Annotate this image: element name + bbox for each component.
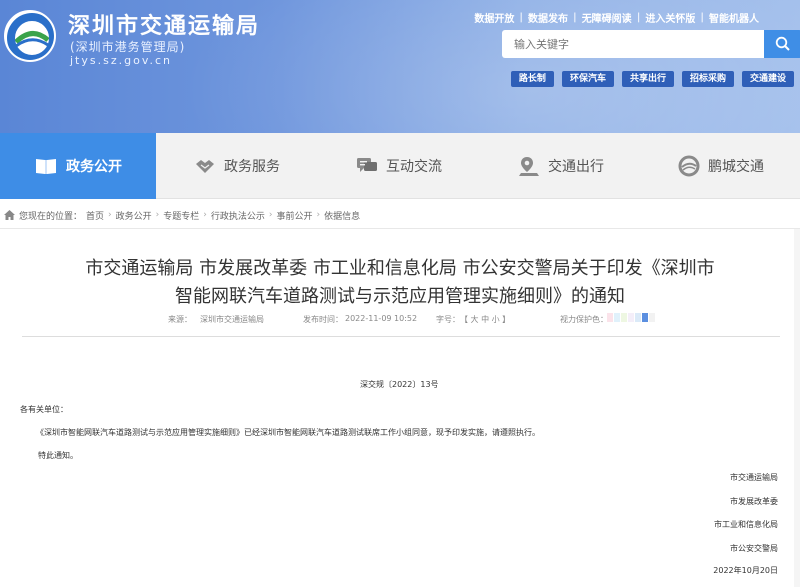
- site-title[interactable]: 深圳市交通运输局: [68, 8, 260, 40]
- breadcrumb-pre-disclosure[interactable]: 事前公开: [273, 209, 317, 222]
- doc-number: 深交规〔2022〕13号: [360, 380, 439, 389]
- site-logo[interactable]: [4, 10, 56, 62]
- nav-label: 政务服务: [224, 159, 280, 175]
- article-paragraph: 《深圳市智能网联汽车道路测试与示范应用管理实施细则》已经深圳市智能网联汽车道路测…: [36, 428, 540, 437]
- swatch-gray[interactable]: [649, 313, 655, 322]
- quick-link-road-chief[interactable]: 路长制: [510, 71, 554, 87]
- breadcrumb-prefix: 您现在的位置：: [19, 211, 83, 222]
- swatch-purple[interactable]: [628, 313, 634, 322]
- nav-item-travel[interactable]: 交通出行: [480, 133, 642, 199]
- nav-label: 交通出行: [548, 159, 604, 175]
- book-icon: [36, 159, 56, 174]
- top-links: 数据开放 | 数据发布 | 无障碍阅读 | 进入关怀版 | 智能机器人: [469, 10, 764, 25]
- divider: |: [636, 12, 641, 23]
- home-icon: [4, 210, 15, 220]
- signed-date: 2022年10月20日: [713, 566, 778, 575]
- chat-icon: [357, 158, 377, 172]
- color-swatches: [606, 313, 655, 322]
- search-icon: [775, 36, 790, 51]
- handshake-icon: [196, 160, 214, 173]
- nav-label: 互动交流: [386, 159, 442, 175]
- quick-link-construction[interactable]: 交通建设: [741, 71, 794, 87]
- source-value: 深圳市交通运输局: [200, 315, 264, 324]
- site-header: 深圳市交通运输局 (深圳市港务管理局) jtys.sz.gov.cn 数据开放 …: [0, 0, 800, 133]
- date-label: 发布时间：: [303, 315, 343, 324]
- swatch-green[interactable]: [621, 313, 627, 322]
- quick-link-procurement[interactable]: 招标采购: [681, 71, 734, 87]
- signature: 市交通运输局: [730, 473, 778, 482]
- font-size-label: 字号：: [436, 315, 460, 324]
- divider: [0, 228, 800, 229]
- search-input[interactable]: [502, 30, 764, 58]
- top-link-data-open[interactable]: 数据开放: [469, 10, 519, 25]
- breadcrumb-basis-info[interactable]: 依据信息: [320, 209, 364, 222]
- top-link-accessibility[interactable]: 无障碍阅读: [577, 10, 637, 25]
- quick-link-shared-travel[interactable]: 共享出行: [621, 71, 674, 87]
- scrollbar[interactable]: [794, 229, 800, 587]
- nav-item-government-affairs[interactable]: 政务公开: [0, 133, 156, 199]
- breadcrumb-home[interactable]: 首页: [82, 209, 108, 222]
- nav-item-pengcheng-transport[interactable]: 鹏城交通: [642, 133, 800, 199]
- search-box: [502, 30, 800, 58]
- nav-label: 鹏城交通: [708, 159, 764, 175]
- divider: |: [700, 12, 704, 23]
- top-link-data-publish[interactable]: 数据发布: [523, 10, 573, 25]
- signature: 市工业和信息化局: [714, 520, 778, 529]
- nav-label: 政务公开: [66, 159, 122, 175]
- source-label: 来源：: [168, 315, 192, 324]
- breadcrumb-special-topics[interactable]: 专题专栏: [159, 209, 203, 222]
- nav-item-interaction[interactable]: 互动交流: [318, 133, 480, 199]
- swatch-pink[interactable]: [607, 313, 613, 322]
- main-nav: 政务公开 政务服务 互动交流 交通出行 鹏城交通: [0, 133, 800, 199]
- ring-logo-icon: [678, 155, 700, 177]
- breadcrumb-enforcement[interactable]: 行政执法公示: [207, 209, 269, 222]
- divider: [22, 336, 780, 337]
- top-link-care-mode[interactable]: 进入关怀版: [640, 10, 700, 25]
- vision-label: 视力保护色：: [560, 315, 608, 324]
- divider: |: [573, 12, 577, 23]
- article-title-line: 市交通运输局 市发展改革委 市工业和信息化局 市公安交警局关于印发《深圳市: [85, 258, 715, 279]
- breadcrumb: 您现在的位置： 首页 › 政务公开 › 专题专栏 › 行政执法公示 › 事前公开…: [0, 206, 800, 224]
- swatch-lightblue[interactable]: [635, 313, 641, 322]
- font-size-switcher[interactable]: 【 大 中 小 】: [460, 314, 510, 325]
- nav-item-services[interactable]: 政务服务: [156, 133, 318, 199]
- swatch-blue[interactable]: [614, 313, 620, 322]
- signature: 市发展改革委: [730, 497, 778, 506]
- quick-link-eco-car[interactable]: 环保汽车: [561, 71, 614, 87]
- swatch-deepblue[interactable]: [642, 313, 648, 322]
- signature: 市公安交警局: [730, 544, 778, 553]
- greeting: 各有关单位：: [20, 405, 68, 414]
- breadcrumb-gov-affairs[interactable]: 政务公开: [112, 209, 156, 222]
- article-title-line: 智能网联汽车道路测试与示范应用管理实施细则》的通知: [175, 286, 625, 307]
- top-link-robot[interactable]: 智能机器人: [704, 10, 764, 25]
- map-pin-icon: [519, 157, 539, 176]
- quick-links: 路长制 环保汽车 共享出行 招标采购 交通建设: [510, 71, 794, 87]
- site-url: jtys.sz.gov.cn: [70, 54, 172, 67]
- closing: 特此通知。: [38, 451, 78, 460]
- divider: |: [519, 12, 524, 23]
- search-button[interactable]: [764, 30, 800, 58]
- site-subtitle: (深圳市港务管理局): [70, 40, 186, 54]
- publish-date: 2022-11-09 10:52: [345, 314, 418, 323]
- article-title: 市交通运输局 市发展改革委 市工业和信息化局 市公安交警局关于印发《深圳市 智能…: [20, 255, 780, 311]
